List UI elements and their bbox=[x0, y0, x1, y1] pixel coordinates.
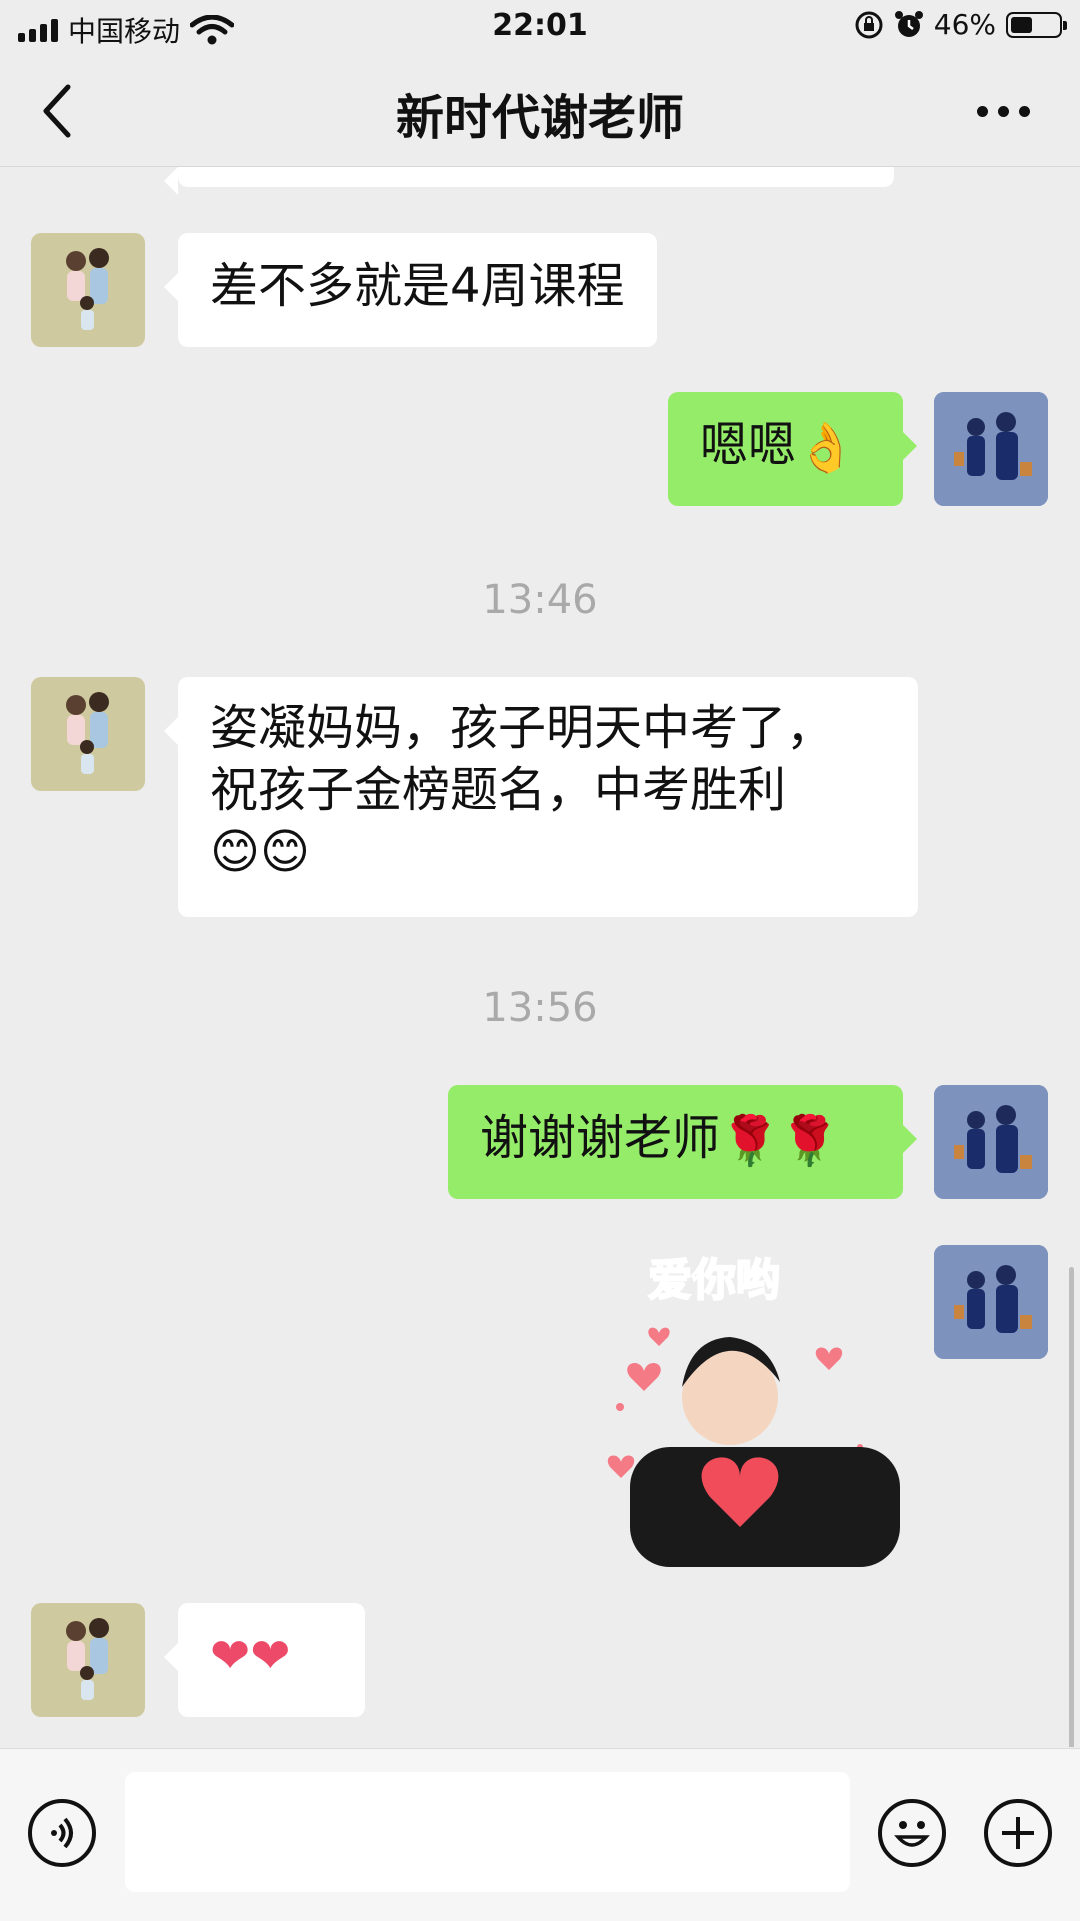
message-bubble-sent[interactable]: 谢谢谢老师🌹🌹 bbox=[448, 1085, 917, 1199]
battery-fill bbox=[1011, 16, 1032, 33]
message-text: 差不多就是4周课程 bbox=[210, 258, 625, 314]
self-avatar[interactable] bbox=[934, 1085, 1048, 1199]
message-input[interactable] bbox=[125, 1772, 850, 1892]
input-bar bbox=[0, 1748, 1080, 1921]
contact-avatar[interactable] bbox=[31, 233, 145, 347]
chat-title: 新时代谢老师 bbox=[395, 90, 684, 146]
rotation-lock-icon bbox=[855, 11, 883, 38]
voice-icon[interactable] bbox=[28, 1799, 96, 1867]
more-dots-icon[interactable] bbox=[977, 106, 1030, 117]
rose-emoji: 🌹🌹 bbox=[720, 1113, 840, 1169]
smile-emoji: 😊😊 bbox=[210, 824, 311, 880]
message-line: 姿凝妈妈，孩子明天中考了， bbox=[210, 700, 835, 756]
message-bubble-received[interactable]: 差不多就是4周课程 bbox=[164, 233, 657, 347]
battery-percent: 46% bbox=[933, 8, 996, 41]
contact-avatar[interactable] bbox=[31, 677, 145, 791]
message-bubble-clipped[interactable] bbox=[164, 167, 894, 195]
contact-avatar[interactable] bbox=[31, 1603, 145, 1717]
timestamp: 13:56 bbox=[482, 985, 598, 1031]
emoji-icon[interactable] bbox=[878, 1799, 946, 1867]
plus-icon[interactable] bbox=[984, 1799, 1052, 1867]
timestamp: 13:46 bbox=[482, 577, 598, 623]
message-list[interactable]: 差不多就是4周课程 嗯嗯👌 13:46 姿凝妈妈，孩子明天中考了， 祝孩子金榜题… bbox=[0, 167, 1080, 1747]
self-avatar[interactable] bbox=[934, 1245, 1048, 1359]
message-bubble-sent[interactable]: 嗯嗯👌 bbox=[668, 392, 917, 506]
status-right: 46% bbox=[854, 8, 1067, 41]
status-bar: 中国移动 22:01 46% bbox=[0, 0, 1080, 56]
alarm-icon bbox=[894, 10, 923, 37]
heart-emoji: ❤❤ bbox=[210, 1628, 291, 1684]
battery-icon bbox=[1006, 11, 1067, 38]
self-avatar[interactable] bbox=[934, 392, 1048, 506]
message-text: 谢谢谢老师 bbox=[480, 1110, 721, 1166]
ok-hand-emoji: 👌 bbox=[796, 420, 856, 476]
message-bubble-received[interactable]: 姿凝妈妈，孩子明天中考了， 祝孩子金榜题名，中考胜利 😊😊 bbox=[164, 677, 918, 917]
message-bubble-received[interactable]: ❤❤ bbox=[164, 1603, 365, 1717]
chat-header: 新时代谢老师 bbox=[0, 56, 1080, 167]
sticker-message[interactable]: 爱你哟 bbox=[590, 1247, 910, 1567]
message-line: 祝孩子金榜题名，中考胜利 bbox=[210, 762, 787, 818]
scrollbar[interactable] bbox=[1069, 1267, 1074, 1747]
sticker-caption: 爱你哟 bbox=[648, 1255, 780, 1306]
message-text: 嗯嗯 bbox=[700, 417, 797, 473]
